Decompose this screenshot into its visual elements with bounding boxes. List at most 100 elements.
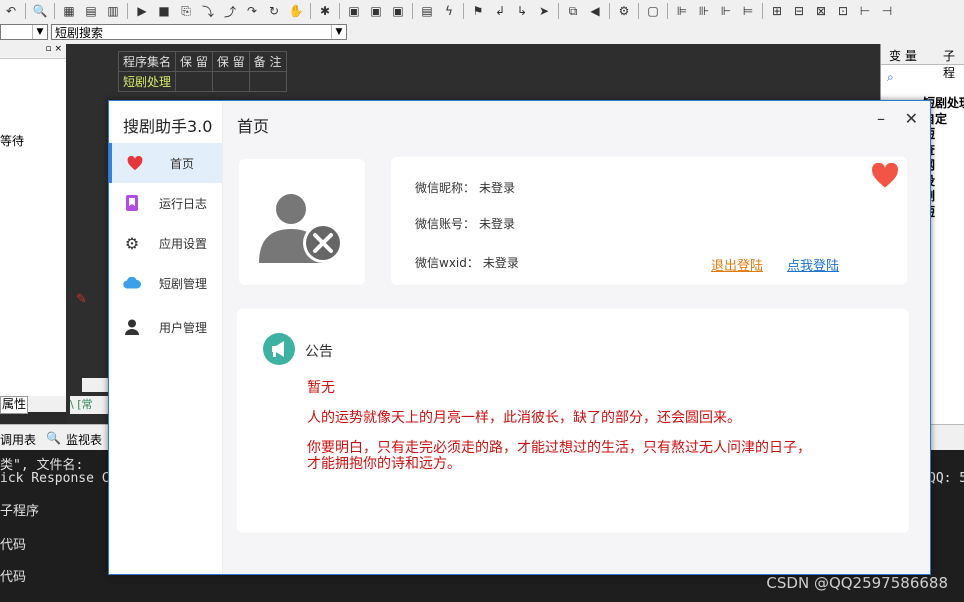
heart-icon[interactable] [871, 163, 899, 189]
profile-card: 微信昵称： 未登录 微信账号： 未登录 微信wxid： 未登录 退出登陆 点我登陆 [391, 157, 907, 285]
doc-icon[interactable]: ▣ [346, 3, 362, 19]
gear-icon[interactable]: ⚙ [616, 3, 632, 19]
console-line: ick Response C [0, 471, 110, 486]
align-icon[interactable]: ⊪ [696, 3, 712, 19]
avatar-logged-out-icon [259, 194, 343, 263]
search-icon[interactable]: ⌕ [887, 70, 894, 85]
ide-combo-row: ▼ 短剧搜索 ▼ [0, 22, 964, 45]
console-line: QQ: 5 [928, 471, 964, 486]
subroutine-combo-value: 短剧搜索 [55, 26, 104, 40]
align-icon[interactable]: ⊢ [857, 3, 873, 19]
tool-icon[interactable]: ⧉ [565, 3, 581, 19]
close-button[interactable]: ✕ [905, 109, 918, 128]
undo-icon[interactable]: ↶ [3, 3, 19, 19]
nav-item-drama-manage[interactable]: 短剧管理 [109, 263, 222, 303]
step-icon[interactable]: ⎘ [178, 3, 194, 19]
debug-icon[interactable]: ✱ [317, 3, 333, 19]
restore-icon[interactable]: ▫ [45, 44, 51, 54]
gear-icon: ⚙ [124, 233, 140, 253]
tab-properties[interactable]: 属性 [0, 396, 28, 414]
table-header: 程序集名 [117, 51, 177, 72]
align-icon[interactable]: ⊟ [791, 3, 807, 19]
arrow-icon[interactable]: ↳ [514, 3, 530, 19]
nav-label: 用户管理 [159, 320, 208, 335]
align-icon[interactable]: ⊩ [718, 3, 734, 19]
table-cell[interactable] [211, 71, 250, 92]
page-title: 首页 [237, 117, 270, 136]
avatar-card [239, 159, 365, 285]
user-icon [123, 318, 141, 336]
doc-icon[interactable]: ▣ [368, 3, 384, 19]
table-cell[interactable] [248, 71, 287, 92]
table-header-row: 程序集名 保 留 保 留 备 注 [117, 51, 287, 72]
toolbar-separator [558, 3, 559, 19]
logout-link[interactable]: 退出登陆 [711, 255, 763, 274]
frame-icon[interactable]: ▢ [645, 3, 661, 19]
tab-call-table[interactable]: 调用表 [0, 431, 36, 448]
account-label: 微信账号： [415, 217, 476, 231]
align-icon[interactable]: ⊞ [769, 3, 785, 19]
tab-subprogram[interactable]: 子程 [943, 47, 964, 81]
editor-tab[interactable]: \ [常 [70, 396, 110, 414]
align-icon[interactable]: ⊣ [879, 3, 895, 19]
notice-title: 公告 [305, 344, 333, 360]
align-icon[interactable]: ⊠ [813, 3, 829, 19]
step-icon[interactable]: ⤵ [200, 3, 216, 19]
step-icon[interactable]: ↷ [244, 3, 260, 19]
bookmark-icon[interactable]: ⚑ [470, 3, 486, 19]
left-panel-tabs: 属性 [0, 396, 66, 414]
class-combo[interactable]: ▼ [0, 24, 48, 40]
arrow-icon[interactable]: ↲ [492, 3, 508, 19]
subroutine-combo[interactable]: 短剧搜索 ▼ [51, 24, 347, 40]
wxid-row: 微信wxid： 未登录 [415, 254, 519, 271]
doc-icon[interactable]: ▣ [390, 3, 406, 19]
layout-icon[interactable]: ▦ [61, 3, 77, 19]
toolbar-separator [762, 3, 763, 19]
step-icon[interactable]: ↻ [266, 3, 282, 19]
toolbar-separator [25, 3, 26, 19]
notice-line: 才能拥抱你的诗和远方。 [307, 456, 461, 472]
table-header: 保 留 [175, 51, 213, 72]
nav-label: 短剧管理 [159, 276, 208, 291]
tab-monitor-table[interactable]: 监视表 [66, 431, 102, 448]
window-icon[interactable]: ▤ [419, 3, 435, 19]
panel-header: ▫ × [0, 44, 66, 59]
program-set-table: 程序集名 保 留 保 留 备 注 短剧处理 [117, 51, 287, 92]
minimize-button[interactable]: – [877, 109, 885, 128]
arrow-icon[interactable]: ➤ [536, 3, 552, 19]
hand-icon[interactable]: ✋ [288, 3, 304, 19]
nav-item-run-log[interactable]: 运行日志 [109, 183, 222, 223]
speaker-icon[interactable]: ◀ [587, 3, 603, 19]
stop-icon[interactable]: ■ [156, 3, 172, 19]
close-icon[interactable]: × [54, 44, 62, 54]
align-icon[interactable]: ⊨ [740, 3, 756, 19]
chevron-down-icon[interactable]: ▼ [32, 25, 47, 39]
app-title: 搜剧助手3.0 [123, 117, 213, 136]
toolbar-separator [127, 3, 128, 19]
layout-icon[interactable]: ▤ [83, 3, 99, 19]
console-line: 子程序 [0, 504, 40, 519]
nav-item-home[interactable]: 首页 [109, 143, 222, 183]
align-icon[interactable]: ⊡ [835, 3, 851, 19]
toolbar-separator [638, 3, 639, 19]
table-cell[interactable] [175, 71, 213, 92]
nav-item-settings[interactable]: ⚙ 应用设置 [109, 223, 222, 263]
console-line: 代码 [0, 570, 27, 585]
find-icon[interactable]: 🔍 [32, 3, 48, 19]
nav-item-user-manage[interactable]: 用户管理 [109, 307, 222, 347]
nav-label: 首页 [170, 156, 195, 171]
nickname-label: 微信昵称： [415, 181, 476, 195]
chevron-down-icon[interactable]: ▼ [331, 25, 346, 39]
tab-variables[interactable]: 变 量 [889, 47, 917, 64]
lightning-icon[interactable]: ϟ [441, 3, 457, 19]
account-value: 未登录 [479, 217, 516, 231]
table-cell[interactable]: 短剧处理 [117, 71, 177, 92]
layout-icon[interactable]: ▥ [105, 3, 121, 19]
toolbar-separator [609, 3, 610, 19]
step-icon[interactable]: ⤴ [222, 3, 238, 19]
toolbar-separator [54, 3, 55, 19]
app-window: 搜剧助手3.0 首页 运行日志 ⚙ 应用设置 短剧管理 用户管理 首页 – ✕ … [108, 100, 931, 575]
run-icon[interactable]: ▶ [134, 3, 150, 19]
login-link[interactable]: 点我登陆 [787, 255, 839, 274]
align-icon[interactable]: ⊫ [674, 3, 690, 19]
